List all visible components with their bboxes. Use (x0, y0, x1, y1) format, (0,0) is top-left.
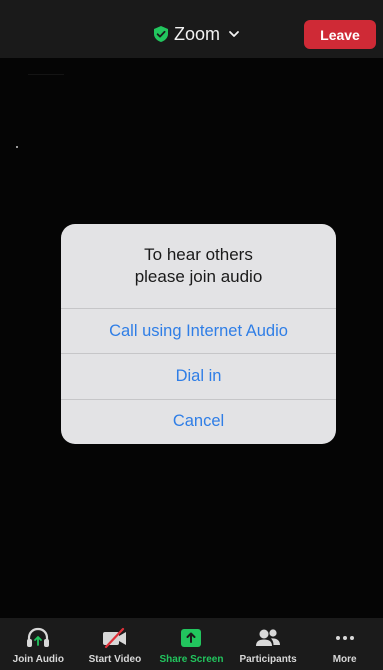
join-audio-button[interactable]: Join Audio (0, 618, 77, 670)
zoom-meeting-screen: Zoom Leave To hear others please join au… (0, 0, 383, 670)
stage-speck (16, 146, 18, 148)
dialog-message-line-1: To hear others (144, 245, 253, 264)
participants-button[interactable]: Participants (230, 618, 307, 670)
call-internet-audio-button[interactable]: Call using Internet Audio (61, 308, 336, 353)
participants-label: Participants (239, 654, 297, 665)
more-label: More (332, 654, 357, 665)
shield-check-icon (154, 26, 168, 42)
cancel-button[interactable]: Cancel (61, 398, 336, 444)
join-audio-dialog: To hear others please join audio Call us… (61, 224, 336, 444)
video-off-icon (99, 626, 131, 650)
meeting-toolbar: Join Audio Start Video Share Screen Part… (0, 618, 383, 670)
stage-artifact (28, 74, 64, 75)
headphones-icon (22, 626, 54, 650)
dialog-message-line-2: please join audio (134, 267, 263, 286)
meeting-title-dropdown[interactable]: Zoom (154, 22, 240, 46)
top-bar: Zoom Leave (0, 0, 383, 58)
chevron-down-icon (229, 31, 239, 37)
dialog-message: To hear others please join audio (61, 224, 336, 308)
meeting-title-text: Zoom (174, 23, 221, 44)
start-video-button[interactable]: Start Video (77, 618, 154, 670)
start-video-label: Start Video (88, 654, 142, 665)
more-icon (329, 626, 361, 650)
share-screen-icon (175, 626, 207, 650)
share-screen-label: Share Screen (159, 654, 224, 665)
leave-button[interactable]: Leave (304, 20, 376, 49)
participants-icon (252, 626, 284, 650)
dial-in-button[interactable]: Dial in (61, 353, 336, 398)
join-audio-label: Join Audio (12, 654, 64, 665)
share-screen-button[interactable]: Share Screen (153, 618, 230, 670)
more-button[interactable]: More (306, 618, 383, 670)
